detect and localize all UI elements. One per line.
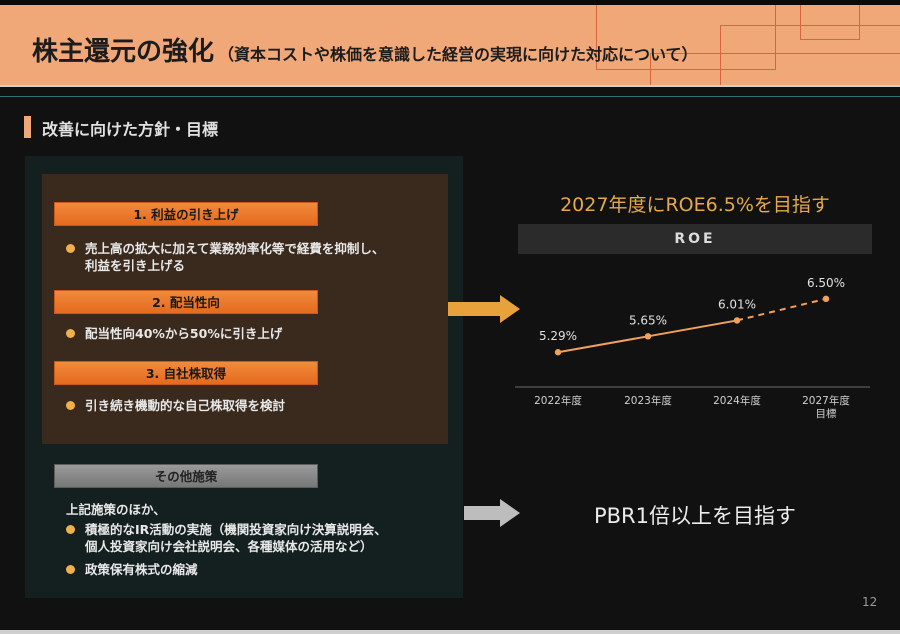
other-holdings-text: 政策保有株式の縮減 xyxy=(85,562,198,577)
data-point xyxy=(554,349,562,356)
header-divider xyxy=(0,85,900,87)
header-banner: 株主還元の強化 （資本コストや株価を意識した経営の実現に向けた対応について） xyxy=(0,5,900,85)
page-title-main: 株主還元の強化 xyxy=(32,37,215,67)
other-ir-text-line-1: 積極的なIR活動の実施（機関投資家向け決算説明会、 xyxy=(85,522,387,537)
policy-1-bullet: 売上高の拡大に加えて業務効率化等で経費を抑制し、 利益を引き上げる xyxy=(66,240,436,274)
bullet-dot-icon xyxy=(66,565,75,574)
other-bullet-ir: 積極的なIR活動の実施（機関投資家向け決算説明会、 個人投資家向け会社説明会、各… xyxy=(66,521,446,555)
x-tick-label: 2024年度 xyxy=(713,394,761,407)
pbr-goal-text: PBR1倍以上を目指す xyxy=(593,504,797,528)
policy-3-label: 3. 自社株取得 xyxy=(54,361,318,385)
page-title: 株主還元の強化 （資本コストや株価を意識した経営の実現に向けた対応について） xyxy=(32,31,698,68)
data-label: 5.65% xyxy=(629,313,667,327)
bullet-dot-icon xyxy=(66,329,75,338)
bullet-dot-icon xyxy=(66,401,75,410)
slide: 株主還元の強化 （資本コストや株価を意識した経営の実現に向けた対応について） 改善… xyxy=(0,0,900,634)
section-marker xyxy=(24,116,31,138)
section-title: 改善に向けた方針・目標 xyxy=(42,120,219,139)
bottom-border xyxy=(0,630,900,634)
policy-2-label: 2. 配当性向 xyxy=(54,290,318,314)
roe-header: ROE xyxy=(518,224,872,254)
x-tick-label: 2022年度 xyxy=(534,394,582,407)
policy-2-bullet: 配当性向40%から50%に引き上げ xyxy=(66,325,436,343)
page-subtitle: （資本コストや株価を意識した経営の実現に向けた対応について） xyxy=(218,45,698,64)
gray-arrow-icon xyxy=(464,499,520,527)
other-measures-label: その他施策 xyxy=(54,464,318,488)
data-label: 6.50% xyxy=(807,276,845,290)
x-tick-label: 2023年度 xyxy=(624,394,672,407)
x-tick-label: 目標 xyxy=(816,407,837,420)
other-bullet-holdings: 政策保有株式の縮減 xyxy=(66,561,446,579)
data-point xyxy=(733,317,741,324)
other-ir-text-line-2: 個人投資家向け会社説明会、各種媒体の活用など） xyxy=(85,539,373,554)
header-decoration xyxy=(800,5,860,40)
bullet-dot-icon xyxy=(66,244,75,253)
other-measures-intro: 上記施策のほか、 xyxy=(66,502,166,517)
policy-1-label: 1. 利益の引き上げ xyxy=(54,202,318,226)
bullet-dot-icon xyxy=(66,525,75,534)
data-label: 6.01% xyxy=(718,297,756,311)
data-label: 5.29% xyxy=(539,329,577,343)
section-divider xyxy=(0,96,900,97)
chart-marks: 5.29% 2022年度 5.65% 2023年度 6.01% 2024年度 6.50% 20… xyxy=(534,276,850,420)
roe-line-chart: 5.29% 2022年度 5.65% 2023年度 6.01% 2024年度 6.50% 20… xyxy=(515,276,870,420)
data-point xyxy=(644,333,652,340)
policy-1-text-line-1: 売上高の拡大に加えて業務効率化等で経費を抑制し、 xyxy=(85,241,385,256)
policy-1-text-line-2: 利益を引き上げる xyxy=(85,258,186,273)
policy-2-text: 配当性向40%から50%に引き上げ xyxy=(85,326,283,341)
data-point xyxy=(822,295,830,303)
x-tick-label: 2027年度 xyxy=(802,394,850,407)
roe-goal-text: 2027年度にROE6.5%を目指す xyxy=(560,194,830,216)
policy-3-bullet: 引き続き機動的な自己株取得を検討 xyxy=(66,397,436,415)
page-number: 12 xyxy=(862,595,878,609)
policy-3-text: 引き続き機動的な自己株取得を検討 xyxy=(85,398,286,413)
